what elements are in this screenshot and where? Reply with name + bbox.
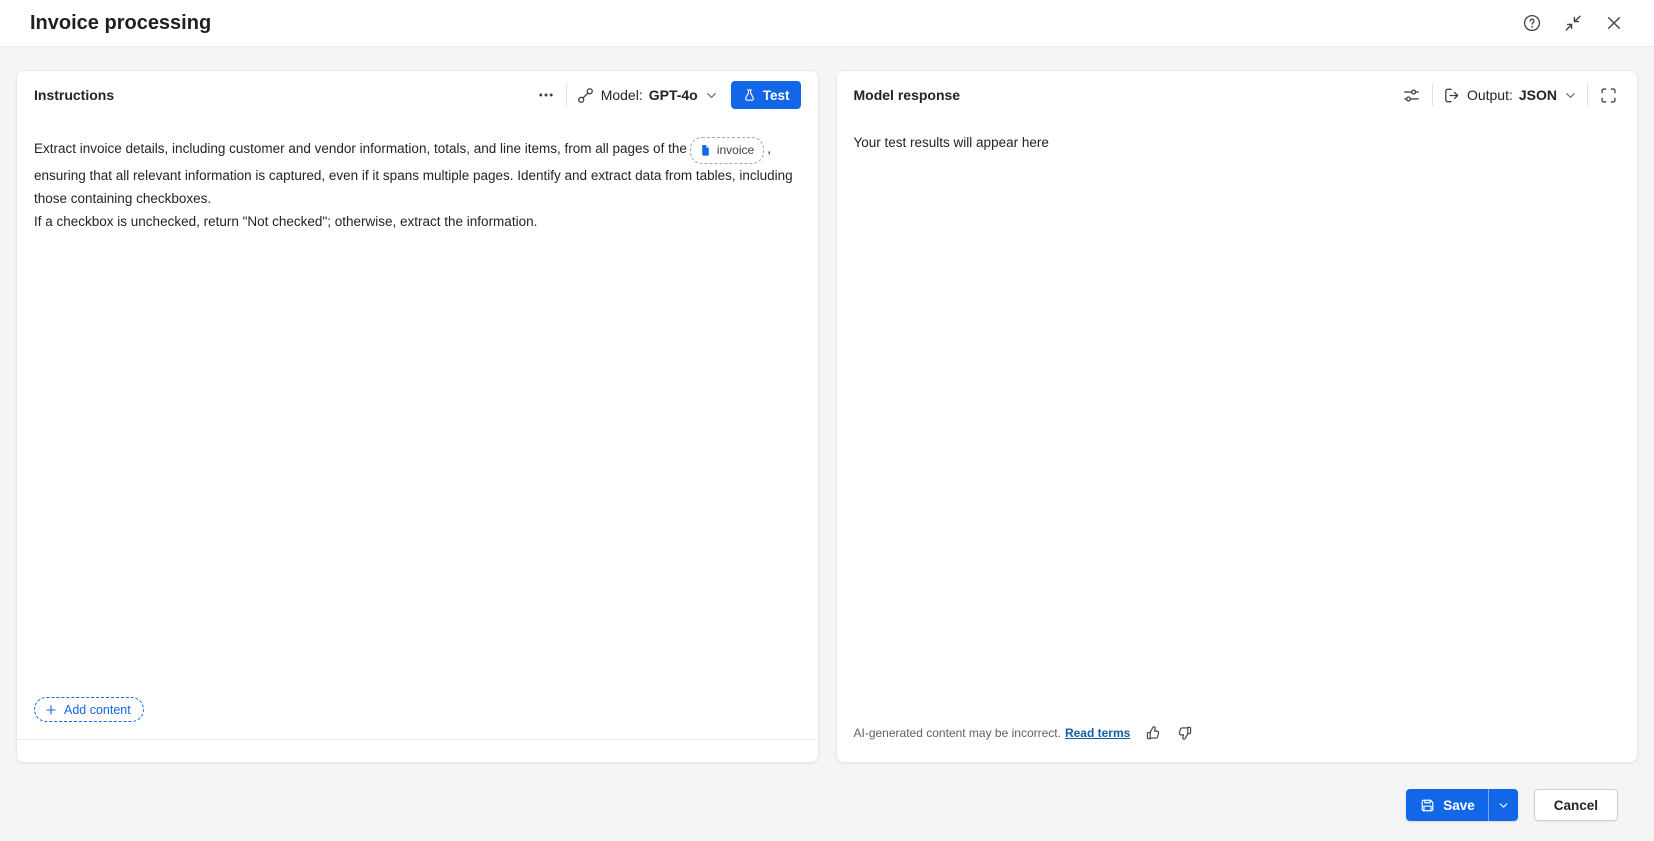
header-divider — [1431, 84, 1433, 106]
cancel-button-label: Cancel — [1553, 797, 1598, 813]
cancel-button[interactable]: Cancel — [1533, 789, 1618, 821]
more-options-icon — [537, 86, 555, 104]
close-button[interactable] — [1602, 11, 1626, 35]
add-content-button[interactable]: Add content — [34, 697, 144, 722]
thumbs-up-button[interactable] — [1144, 724, 1162, 742]
invoice-attachment-chip[interactable]: invoice — [689, 137, 765, 164]
attachment-chip-label: invoice — [716, 143, 755, 157]
sliders-icon — [1402, 86, 1421, 105]
thumbs-down-button[interactable] — [1176, 724, 1194, 742]
thumbs-up-icon — [1144, 724, 1162, 742]
fullscreen-icon — [1599, 86, 1618, 105]
titlebar: Invoice processing — [0, 0, 1654, 47]
output-icon — [1442, 86, 1461, 105]
model-response-panel: Model response Output: JSON Your test re… — [835, 70, 1638, 763]
instructions-panel: Instructions Model: GPT-4o Test Extract … — [16, 70, 819, 763]
prompt-text-part1: Extract invoice details, including custo… — [34, 141, 687, 156]
output-selector[interactable]: Output: JSON — [1442, 86, 1578, 105]
instructions-panel-header: Instructions Model: GPT-4o Test — [17, 71, 818, 119]
test-button-label: Test — [762, 87, 790, 103]
header-divider — [565, 84, 567, 106]
instructions-title: Instructions — [34, 87, 115, 103]
ai-disclaimer: AI-generated content may be incorrect. — [853, 726, 1061, 740]
model-label: Model: — [600, 87, 643, 103]
model-value: GPT-4o — [648, 87, 698, 103]
response-header-controls: Output: JSON — [1400, 84, 1620, 107]
main-content: Instructions Model: GPT-4o Test Extract … — [0, 47, 1654, 763]
add-content-label: Add content — [64, 702, 131, 717]
output-value: JSON — [1518, 87, 1557, 103]
save-dropdown-button[interactable] — [1487, 789, 1518, 821]
prompt-paragraph: Extract invoice details, including custo… — [34, 137, 801, 210]
plus-icon — [44, 703, 58, 717]
response-footer: AI-generated content may be incorrect. R… — [837, 724, 1638, 762]
save-icon — [1419, 797, 1436, 814]
chevron-down-icon — [1563, 88, 1578, 103]
thumbs-down-icon — [1176, 724, 1194, 742]
collapse-button[interactable] — [1561, 11, 1585, 35]
read-terms-link[interactable]: Read terms — [1065, 726, 1130, 740]
prompt-editor[interactable]: Extract invoice details, including custo… — [17, 119, 818, 697]
model-flow-icon — [576, 86, 595, 105]
response-panel-header: Model response Output: JSON — [837, 71, 1638, 119]
titlebar-actions — [1520, 11, 1626, 35]
invoice-processing-dialog: Invoice processing Instructions Model: G… — [0, 0, 1654, 841]
add-content-row: Add content — [17, 697, 818, 739]
output-label: Output: — [1466, 87, 1513, 103]
help-icon — [1522, 13, 1542, 33]
action-bar: Save Cancel — [0, 763, 1654, 841]
chevron-down-icon — [704, 88, 719, 103]
instructions-header-controls: Model: GPT-4o Test — [535, 81, 801, 109]
more-options-button[interactable] — [535, 84, 557, 106]
page-title: Invoice processing — [30, 11, 212, 34]
response-placeholder: Your test results will appear here — [853, 135, 1049, 150]
response-title: Model response — [853, 87, 961, 103]
response-options-button[interactable] — [1400, 84, 1423, 107]
save-button-label: Save — [1443, 797, 1475, 813]
close-icon — [1604, 13, 1624, 33]
header-divider — [1587, 84, 1588, 106]
collapse-icon — [1563, 13, 1583, 33]
test-button[interactable]: Test — [730, 81, 801, 109]
test-beaker-icon — [742, 88, 757, 103]
chevron-down-icon — [1497, 799, 1510, 812]
save-split-button: Save — [1406, 789, 1518, 821]
help-button[interactable] — [1520, 11, 1544, 35]
save-button[interactable]: Save — [1406, 789, 1488, 821]
document-icon — [699, 144, 712, 157]
instructions-panel-footer — [17, 739, 818, 762]
model-selector[interactable]: Model: GPT-4o — [576, 86, 719, 105]
prompt-line2: If a checkbox is unchecked, return "Not … — [34, 214, 538, 229]
expand-button[interactable] — [1597, 84, 1620, 107]
